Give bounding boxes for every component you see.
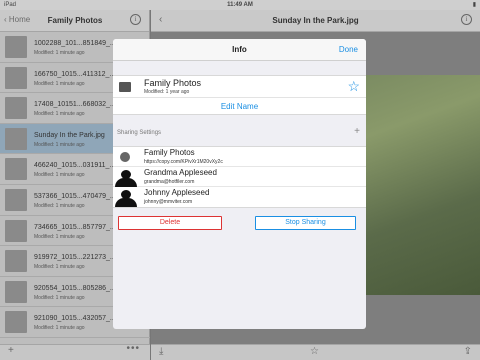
- share-name: Johnny Appleseed: [144, 188, 210, 197]
- add-button[interactable]: +: [8, 345, 14, 356]
- file-thumbnail: [5, 36, 27, 58]
- done-button[interactable]: Done: [339, 45, 358, 54]
- info-icon[interactable]: i: [130, 14, 141, 25]
- share-list: Family Photos https://copy.com/KPivXr1M20…: [113, 146, 366, 208]
- file-thumbnail: [5, 127, 27, 150]
- file-thumbnail: [5, 250, 27, 273]
- file-name: 919972_1015...221273_...: [34, 254, 116, 262]
- file-thumbnail: [5, 97, 27, 120]
- modal-title: Info: [232, 45, 247, 54]
- file-modified: Modified: 1 minute ago: [34, 264, 85, 271]
- file-name: 734665_1015...857797_...: [34, 223, 116, 231]
- file-name: Sunday In the Park.jpg: [34, 131, 105, 139]
- viewer-info-icon[interactable]: i: [461, 14, 472, 25]
- person-icon: [115, 170, 137, 187]
- file-thumbnail: [5, 219, 27, 242]
- file-thumbnail: [5, 280, 27, 303]
- person-icon-body: [115, 178, 137, 187]
- right-nav-bar: ‹ Sunday In the Park.jpg i: [151, 10, 480, 32]
- file-modified: Modified: 1 minute ago: [34, 325, 85, 332]
- person-icon: [115, 190, 137, 207]
- info-modal: Info Done Family Photos Modified: 1 year…: [113, 39, 366, 329]
- share-name: Family Photos: [144, 148, 195, 157]
- file-thumbnail: [5, 158, 27, 181]
- file-name: 466240_1015...031911_...: [34, 162, 116, 170]
- file-name: 921090_1015...432057_...: [34, 315, 116, 323]
- sharing-settings-header: Sharing Settings: [117, 130, 162, 136]
- file-modified: Modified: 1 minute ago: [34, 202, 85, 209]
- share-name: Grandma Appleseed: [144, 168, 217, 177]
- delete-button[interactable]: Delete: [118, 216, 222, 230]
- folder-name: Family Photos: [144, 78, 202, 88]
- file-modified: Modified: 1 minute ago: [34, 80, 85, 87]
- file-modified: Modified: 1 minute ago: [34, 111, 85, 118]
- file-modified: Modified: 1 minute ago: [34, 294, 85, 301]
- file-modified: Modified: 1 minute ago: [34, 172, 85, 179]
- favorite-icon[interactable]: ☆: [310, 346, 319, 357]
- share-icon[interactable]: ⇪: [464, 346, 472, 357]
- share-row[interactable]: Family Photos https://copy.com/KPivXr1M20…: [113, 147, 366, 167]
- left-toolbar: + •••: [0, 343, 150, 360]
- photo-title: Sunday In the Park.jpg: [272, 16, 359, 25]
- file-name: 166750_1015...411312_...: [34, 70, 116, 78]
- download-icon[interactable]: ⤓: [159, 346, 163, 357]
- share-detail: https://copy.com/KPivXr1M20vXy2c: [144, 159, 223, 165]
- file-thumbnail: [5, 66, 27, 89]
- share-detail: johnny@mmviter.com: [144, 199, 193, 205]
- add-share-button[interactable]: +: [354, 126, 360, 137]
- folder-title: Family Photos: [47, 16, 103, 25]
- file-modified: Modified: 1 minute ago: [34, 141, 85, 148]
- edit-name-button[interactable]: Edit Name: [113, 97, 366, 115]
- share-detail: grandma@hotfiler.com: [144, 179, 195, 185]
- file-thumbnail: [5, 188, 27, 211]
- more-button[interactable]: •••: [126, 343, 140, 354]
- stop-sharing-button[interactable]: Stop Sharing: [255, 216, 356, 230]
- file-thumbnail: [5, 311, 27, 334]
- globe-icon: [120, 152, 130, 162]
- folder-modified: Modified: 1 year ago: [144, 89, 190, 95]
- clock: 11:49 AM: [227, 2, 253, 8]
- left-nav-bar: ‹ Home Family Photos i: [0, 10, 149, 32]
- shared-folder-icon: [119, 82, 131, 92]
- status-bar: iPad 11:49 AM ▮: [0, 0, 480, 10]
- file-name: 537366_1015...470479_...: [34, 192, 116, 200]
- file-name: 17408_10151...668032_...: [34, 101, 116, 109]
- person-icon-body: [115, 198, 137, 207]
- file-name: 920554_1015...805286_...: [34, 284, 116, 292]
- viewer-toolbar: ⤓ ☆ ⇪: [151, 344, 480, 360]
- file-name: 1002288_101...851849_...: [34, 40, 116, 47]
- folder-info-cell: Family Photos Modified: 1 year ago ☆: [113, 75, 366, 97]
- battery-icon: ▮: [472, 2, 476, 8]
- file-modified: Modified: 1 minute ago: [34, 50, 85, 56]
- share-row[interactable]: Grandma Appleseed grandma@hotfiler.com: [113, 167, 366, 187]
- share-row[interactable]: Johnny Appleseed johnny@mmviter.com: [113, 187, 366, 207]
- star-icon[interactable]: ☆: [347, 78, 360, 95]
- file-modified: Modified: 1 minute ago: [34, 233, 85, 240]
- modal-nav-bar: Info Done: [113, 39, 366, 61]
